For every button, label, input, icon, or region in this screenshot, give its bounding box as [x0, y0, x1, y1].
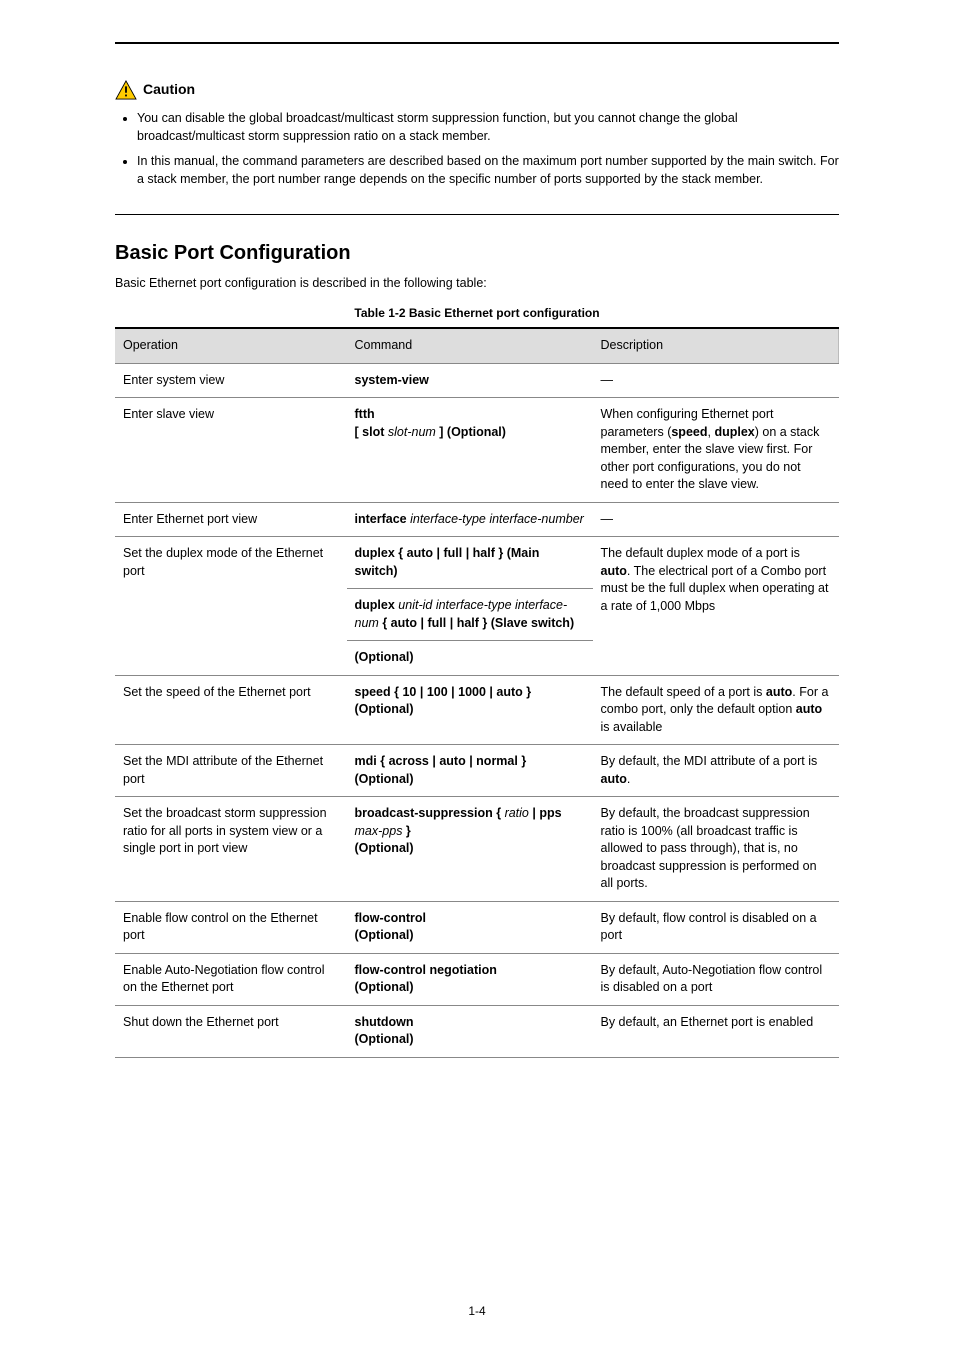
cmd-cell: flow-control(Optional)	[347, 901, 593, 953]
table-row: Enter Ethernet port view interface inter…	[115, 502, 839, 537]
caution-block: Caution You can disable the global broad…	[115, 80, 839, 188]
top-rule	[115, 42, 839, 44]
desc-cell: When configuring Ethernet port parameter…	[593, 398, 839, 503]
desc-cell: By default, flow control is disabled on …	[593, 901, 839, 953]
table-header-row: Operation Command Description	[115, 328, 839, 363]
table-row: Set the broadcast storm suppression rati…	[115, 797, 839, 902]
caution-list: You can disable the global broadcast/mul…	[137, 110, 839, 188]
op-cell: Enable flow control on the Ethernet port	[115, 901, 347, 953]
desc-cell: —	[593, 502, 839, 537]
op-cell: Enter system view	[115, 363, 347, 398]
cmd-cell: duplex { auto | full | half } (Main swit…	[347, 537, 593, 589]
cmd-cell: shutdown(Optional)	[347, 1005, 593, 1057]
desc-cell: The default speed of a port is auto. For…	[593, 675, 839, 745]
desc-cell: By default, Auto-Negotiation flow contro…	[593, 953, 839, 1005]
cmd-cell: speed { 10 | 100 | 1000 | auto }(Optiona…	[347, 675, 593, 745]
cmd-cell: interface interface-type interface-numbe…	[347, 502, 593, 537]
section-rule	[115, 214, 839, 215]
table-row: Enable flow control on the Ethernet port…	[115, 901, 839, 953]
cmd-cell: system-view	[347, 363, 593, 398]
cmd-cell: mdi { across | auto | normal }(Optional)	[347, 745, 593, 797]
table-row: Enter slave view ftth[ slot slot-num ] (…	[115, 398, 839, 503]
op-cell: Enable Auto-Negotiation flow control on …	[115, 953, 347, 1005]
section-desc: Basic Ethernet port configuration is des…	[115, 275, 839, 293]
table-row: Shut down the Ethernet port shutdown(Opt…	[115, 1005, 839, 1057]
cmd-cell: ftth[ slot slot-num ] (Optional)	[347, 398, 593, 503]
table-row: Set the duplex mode of the Ethernet port…	[115, 537, 839, 589]
desc-cell: —	[593, 363, 839, 398]
op-cell: Enter slave view	[115, 398, 347, 503]
table-title: Table 1-2 Basic Ethernet port configurat…	[115, 305, 839, 322]
caution-label: Caution	[143, 80, 195, 100]
op-cell: Shut down the Ethernet port	[115, 1005, 347, 1057]
caution-header: Caution	[115, 80, 839, 100]
page-number: 1-4	[0, 1303, 954, 1320]
page-container: Caution You can disable the global broad…	[0, 0, 954, 1350]
op-cell: Set the speed of the Ethernet port	[115, 675, 347, 745]
table-row: Set the MDI attribute of the Ethernet po…	[115, 745, 839, 797]
desc-cell: By default, the MDI attribute of a port …	[593, 745, 839, 797]
op-cell: Set the duplex mode of the Ethernet port	[115, 537, 347, 676]
cmd-cell: (Optional)	[347, 641, 593, 676]
table-header-cell: Command	[347, 328, 593, 363]
table-row: Enter system view system-view —	[115, 363, 839, 398]
caution-item: You can disable the global broadcast/mul…	[137, 110, 839, 145]
section-title: Basic Port Configuration	[115, 239, 839, 267]
op-cell: Enter Ethernet port view	[115, 502, 347, 537]
op-cell: Set the MDI attribute of the Ethernet po…	[115, 745, 347, 797]
caution-icon	[115, 80, 137, 100]
caution-item: In this manual, the command parameters a…	[137, 153, 839, 188]
desc-cell: By default, the broadcast suppression ra…	[593, 797, 839, 902]
table-row: Set the speed of the Ethernet port speed…	[115, 675, 839, 745]
config-table: Operation Command Description Enter syst…	[115, 327, 839, 1058]
table-header-cell: Operation	[115, 328, 347, 363]
op-cell: Set the broadcast storm suppression rati…	[115, 797, 347, 902]
cmd-cell: flow-control negotiation(Optional)	[347, 953, 593, 1005]
desc-cell: By default, an Ethernet port is enabled	[593, 1005, 839, 1057]
cmd-cell: broadcast-suppression { ratio | pps max-…	[347, 797, 593, 902]
table-header-cell: Description	[593, 328, 839, 363]
cmd-cell: duplex unit-id interface-type interface-…	[347, 589, 593, 641]
table-row: Enable Auto-Negotiation flow control on …	[115, 953, 839, 1005]
desc-cell: The default duplex mode of a port is aut…	[593, 537, 839, 676]
